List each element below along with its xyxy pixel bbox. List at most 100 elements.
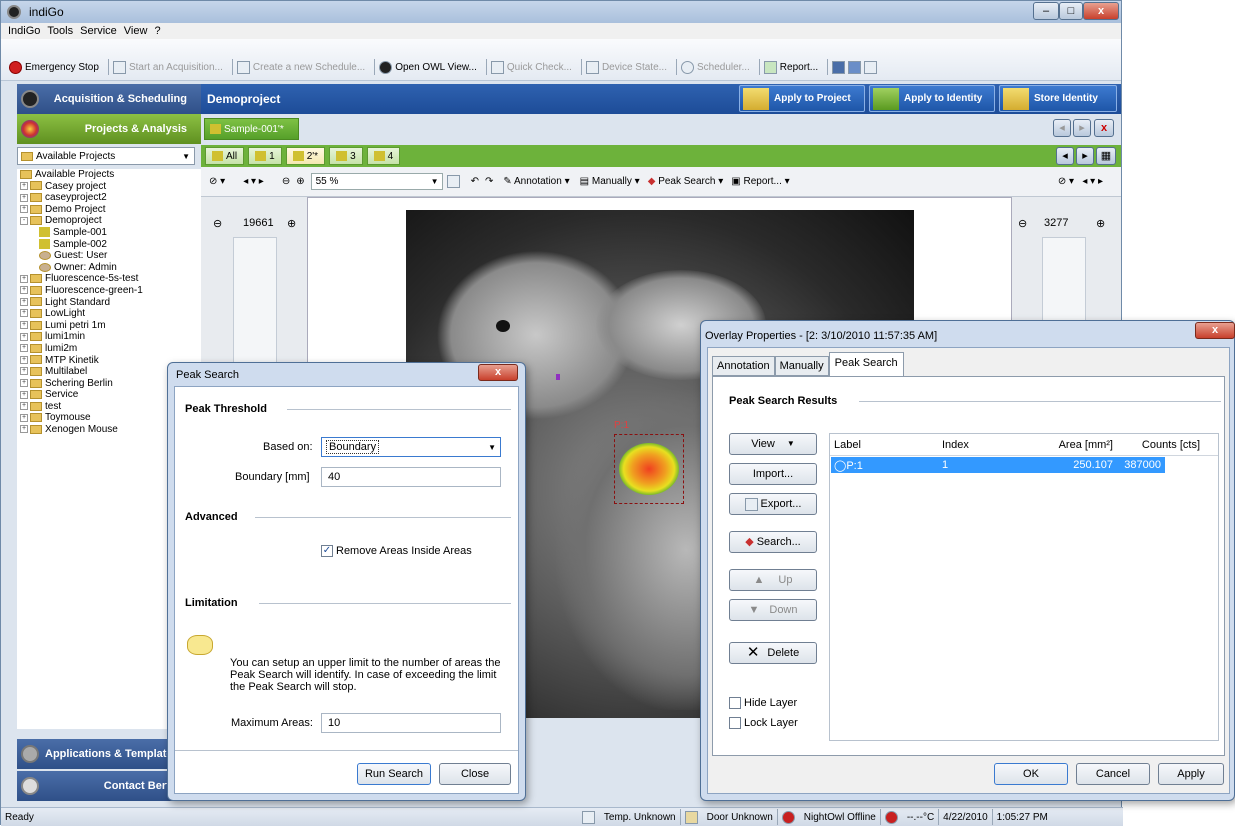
menu-tools[interactable]: Tools (47, 25, 73, 37)
import-button[interactable]: Import... (729, 463, 817, 485)
based-on-select[interactable]: Boundary ▼ (321, 437, 501, 457)
help-icon[interactable] (864, 60, 878, 74)
tree-item[interactable]: - Demoproject (17, 215, 201, 227)
image-tab[interactable]: 4 (366, 147, 401, 165)
expand-icon[interactable]: + (20, 193, 28, 202)
emergency-stop-button[interactable]: Emergency Stop (9, 59, 99, 75)
menu-indigo[interactable]: IndiGo (8, 25, 40, 37)
fit-image-icon[interactable] (446, 175, 460, 188)
prev-image-icon[interactable]: ◂ ▾ ▸ (243, 176, 264, 187)
expand-icon[interactable]: + (20, 297, 28, 306)
menu-help[interactable]: ? (154, 25, 160, 37)
tab-manually[interactable]: Manually (774, 356, 829, 376)
left-zoom-in-icon[interactable]: ⊕ (287, 217, 296, 230)
up-button[interactable]: ▲ Up (729, 569, 817, 591)
report-button[interactable]: Report... (763, 59, 818, 75)
apply-to-identity-button[interactable]: Apply to Identity (869, 85, 995, 112)
expand-icon[interactable]: + (20, 205, 28, 214)
settings-icon[interactable] (832, 60, 846, 74)
tree-item[interactable]: Guest: User (17, 250, 201, 262)
cancel-button[interactable]: Cancel (1076, 763, 1150, 785)
expand-icon[interactable]: + (20, 379, 28, 388)
search-button[interactable]: ◆ Search... (729, 531, 817, 553)
col-label[interactable]: Label (834, 439, 861, 451)
tree-item[interactable]: + Fluorescence-5s-test (17, 273, 201, 285)
export-button[interactable]: Export... (729, 493, 817, 515)
image-tab[interactable]: All (205, 147, 245, 165)
redo-icon[interactable]: ↷ (485, 176, 493, 187)
tree-item[interactable]: + Light Standard (17, 297, 201, 309)
manually-button[interactable]: ▤ Manually ▾ (580, 176, 640, 187)
right-view-controls[interactable]: ⊘ ▾ ◂ ▾ ▸ (1058, 176, 1103, 187)
boundary-input[interactable] (321, 467, 501, 487)
tab-peak-search[interactable]: Peak Search (828, 352, 904, 376)
col-counts[interactable]: Counts [cts] (1120, 439, 1200, 451)
view-button[interactable]: View ▼ (729, 433, 817, 455)
max-areas-input[interactable] (321, 713, 501, 733)
peak-overlay-region[interactable] (619, 443, 679, 495)
expand-icon[interactable]: + (20, 425, 28, 434)
col-index[interactable]: Index (942, 439, 969, 451)
maximize-button[interactable]: □ (1059, 2, 1083, 20)
tab-scroll-left-button[interactable]: ◂ (1053, 119, 1071, 137)
tree-item[interactable]: Sample-002 (17, 239, 201, 251)
apply-to-project-button[interactable]: Apply to Project (739, 85, 865, 112)
tree-item[interactable]: + Casey project (17, 181, 201, 193)
grid-view-icon[interactable]: ▦ (1096, 147, 1116, 165)
right-zoom-out-icon[interactable]: ⊖ (1018, 217, 1027, 230)
store-identity-button[interactable]: Store Identity (999, 85, 1117, 112)
info-icon[interactable] (848, 60, 862, 74)
expand-icon[interactable]: + (20, 309, 28, 318)
nav-projects-analysis[interactable]: Projects & Analysis (17, 114, 201, 144)
peak-dialog-close-icon[interactable]: x (478, 364, 518, 381)
tree-item[interactable]: + lumi1min (17, 331, 201, 343)
tree-item[interactable]: + lumi2m (17, 343, 201, 355)
peak-search-button[interactable]: ◆ Peak Search ▾ (648, 176, 724, 187)
expand-icon[interactable]: + (20, 321, 28, 330)
menu-service[interactable]: Service (80, 25, 117, 37)
expand-icon[interactable]: + (20, 367, 28, 376)
expand-icon[interactable]: + (20, 355, 28, 364)
view-mode-icon[interactable]: ⊘ ▾ (209, 176, 225, 187)
open-owl-view-button[interactable]: Open OWL View... (379, 59, 477, 75)
col-area[interactable]: Area [mm²] (993, 439, 1113, 451)
expand-icon[interactable]: + (20, 390, 28, 399)
peak-close-button[interactable]: Close (439, 763, 511, 785)
tree-item[interactable]: + caseyproject2 (17, 192, 201, 204)
expand-icon[interactable]: + (20, 274, 28, 283)
tree-item[interactable]: + Demo Project (17, 204, 201, 216)
quick-check-button[interactable]: Quick Check... (490, 59, 572, 75)
tree-item[interactable]: + Fluorescence-green-1 (17, 285, 201, 297)
remove-areas-checkbox[interactable]: ✓ Remove Areas Inside Areas (321, 545, 472, 557)
create-schedule-button[interactable]: Create a new Schedule... (236, 59, 365, 75)
device-state-button[interactable]: Device State... (585, 59, 667, 75)
image-tab[interactable]: 2'* (285, 147, 326, 165)
tree-item[interactable]: + LowLight (17, 308, 201, 320)
tree-item[interactable]: Owner: Admin (17, 262, 201, 274)
undo-icon[interactable]: ↶ (471, 176, 479, 187)
right-zoom-in-icon[interactable]: ⊕ (1096, 217, 1105, 230)
zoom-in-icon[interactable]: ⊕ (296, 176, 304, 187)
minimize-button[interactable]: – (1033, 2, 1059, 20)
expand-icon[interactable]: + (20, 181, 28, 190)
expand-icon[interactable]: + (20, 332, 28, 341)
left-zoom-out-icon[interactable]: ⊖ (213, 217, 222, 230)
image-tab[interactable]: 3 (329, 147, 363, 165)
project-selector[interactable]: Available Projects ▼ (17, 147, 195, 165)
table-row[interactable]: ◯P:1 1 250.107 387000 (831, 457, 1165, 473)
image-tab[interactable]: 1 (248, 147, 282, 165)
menu-view[interactable]: View (124, 25, 148, 37)
close-window-button[interactable]: x (1083, 2, 1119, 20)
delete-button[interactable]: ✕ Delete (729, 642, 817, 664)
down-button[interactable]: ▼ Down (729, 599, 817, 621)
tab-annotation[interactable]: Annotation (712, 356, 775, 376)
start-acquisition-button[interactable]: Start an Acquisition... (112, 59, 223, 75)
expand-icon[interactable]: + (20, 413, 28, 422)
overlay-dialog-close-icon[interactable]: x (1195, 322, 1235, 339)
tab-sample-001[interactable]: Sample-001'* (204, 118, 299, 140)
tree-item[interactable]: Sample-001 (17, 227, 201, 239)
image-report-button[interactable]: ▣ Report... ▾ (731, 176, 789, 187)
expand-icon[interactable]: + (20, 344, 28, 353)
expand-icon[interactable]: + (20, 286, 28, 295)
hide-layer-checkbox[interactable]: Hide Layer (729, 697, 797, 709)
